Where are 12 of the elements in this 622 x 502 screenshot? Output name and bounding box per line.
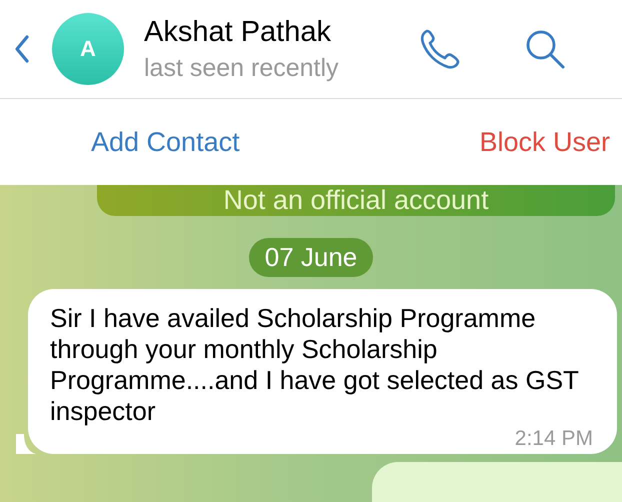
add-contact-link[interactable]: Add Contact (91, 126, 240, 158)
back-icon[interactable] (14, 34, 30, 64)
phone-icon[interactable] (418, 27, 462, 71)
bubble-tail (16, 434, 36, 454)
message-text: Sir I have availed Scholarship Programme through your monthly Scholarship Programme....and I have got selected as GST inspector (50, 303, 580, 427)
last-seen-status: last seen recently (144, 54, 340, 82)
contact-name: Akshat Pathak (144, 16, 332, 48)
block-user-link[interactable]: Block User (479, 126, 610, 158)
search-icon[interactable] (524, 28, 566, 70)
message-time: 2:14 PM (514, 428, 593, 450)
date-badge: 07 June (248, 238, 374, 277)
notice-banner: Not an official account (97, 185, 615, 216)
